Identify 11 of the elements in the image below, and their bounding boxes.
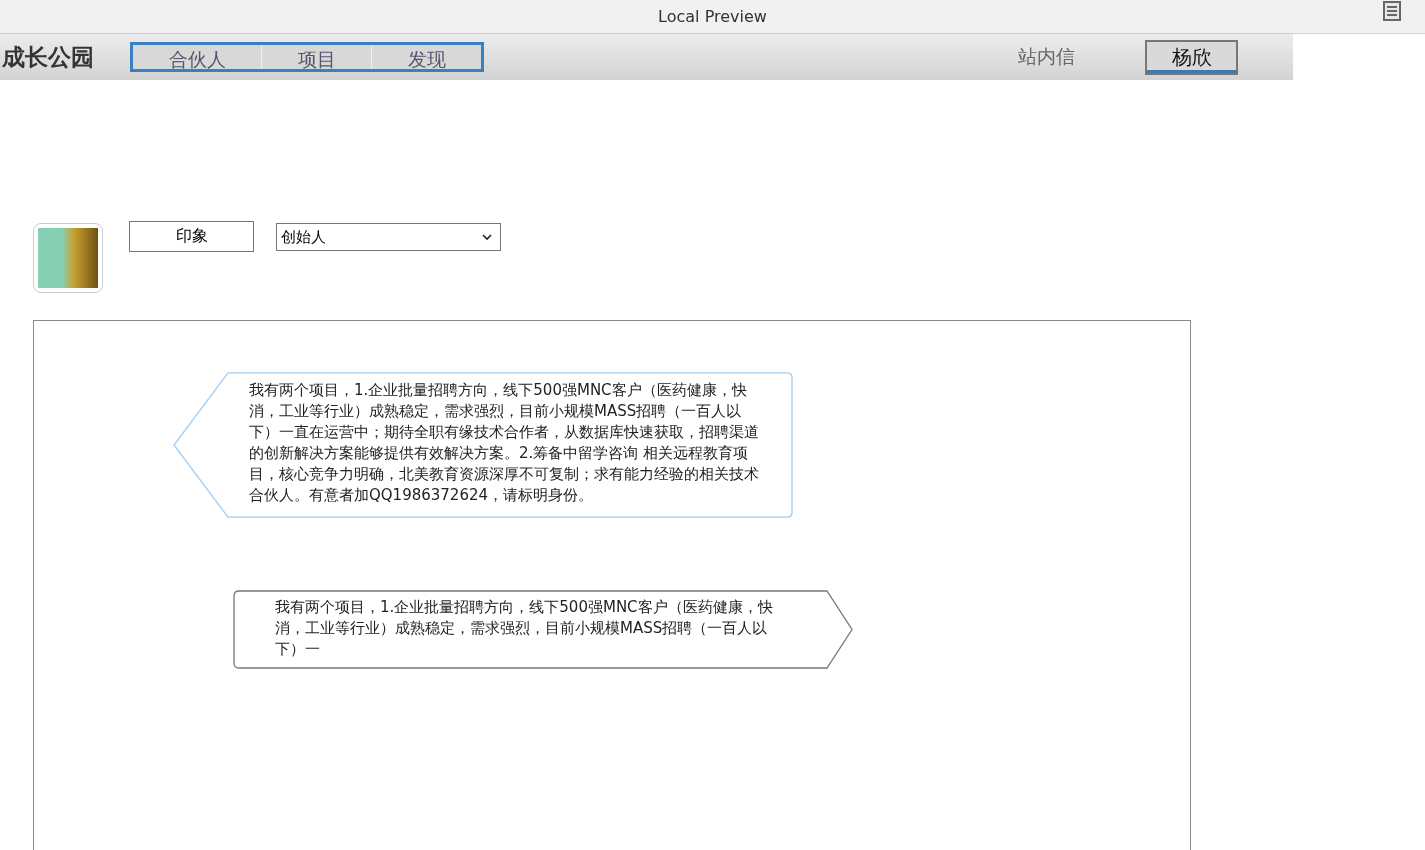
messages-link[interactable]: 站内信 xyxy=(1018,44,1145,70)
chevron-down-icon xyxy=(482,233,492,241)
avatar-image xyxy=(33,223,103,293)
message-text: 我有两个项目，1.企业批量招聘方向，线下500强MNC客户（医药健康，快消，工业等行业）成熟稳定，需求强烈，目前小规模MASS招聘（一百人以下）一直在运营中；期待全职有缘技术合作者，从数据库快速获取，招聘渠道的创新解决方案能够提供有效解决方案。2.筹备中留学咨询 相关远程教育项目，核心竞争力明确，北美教育资源深厚不可复制；求有能力经验的相关技术合伙人。有意者加QQ1986372624，请标明身份。 xyxy=(249,380,760,506)
impression-button[interactable]: 印象 xyxy=(129,221,254,252)
role-select[interactable]: 创始人 xyxy=(276,223,501,251)
window-title: Local Preview xyxy=(658,7,767,26)
message-text: 我有两个项目，1.企业批量招聘方向，线下500强MNC客户（医药健康，快消，工业等行业）成熟稳定，需求强烈，目前小规模MASS招聘（一百人以下）一 xyxy=(275,597,774,660)
menu-icon[interactable] xyxy=(1383,1,1401,21)
user-button[interactable]: 杨欣 xyxy=(1145,39,1238,75)
brand-logo: 成长公园 xyxy=(2,42,95,72)
